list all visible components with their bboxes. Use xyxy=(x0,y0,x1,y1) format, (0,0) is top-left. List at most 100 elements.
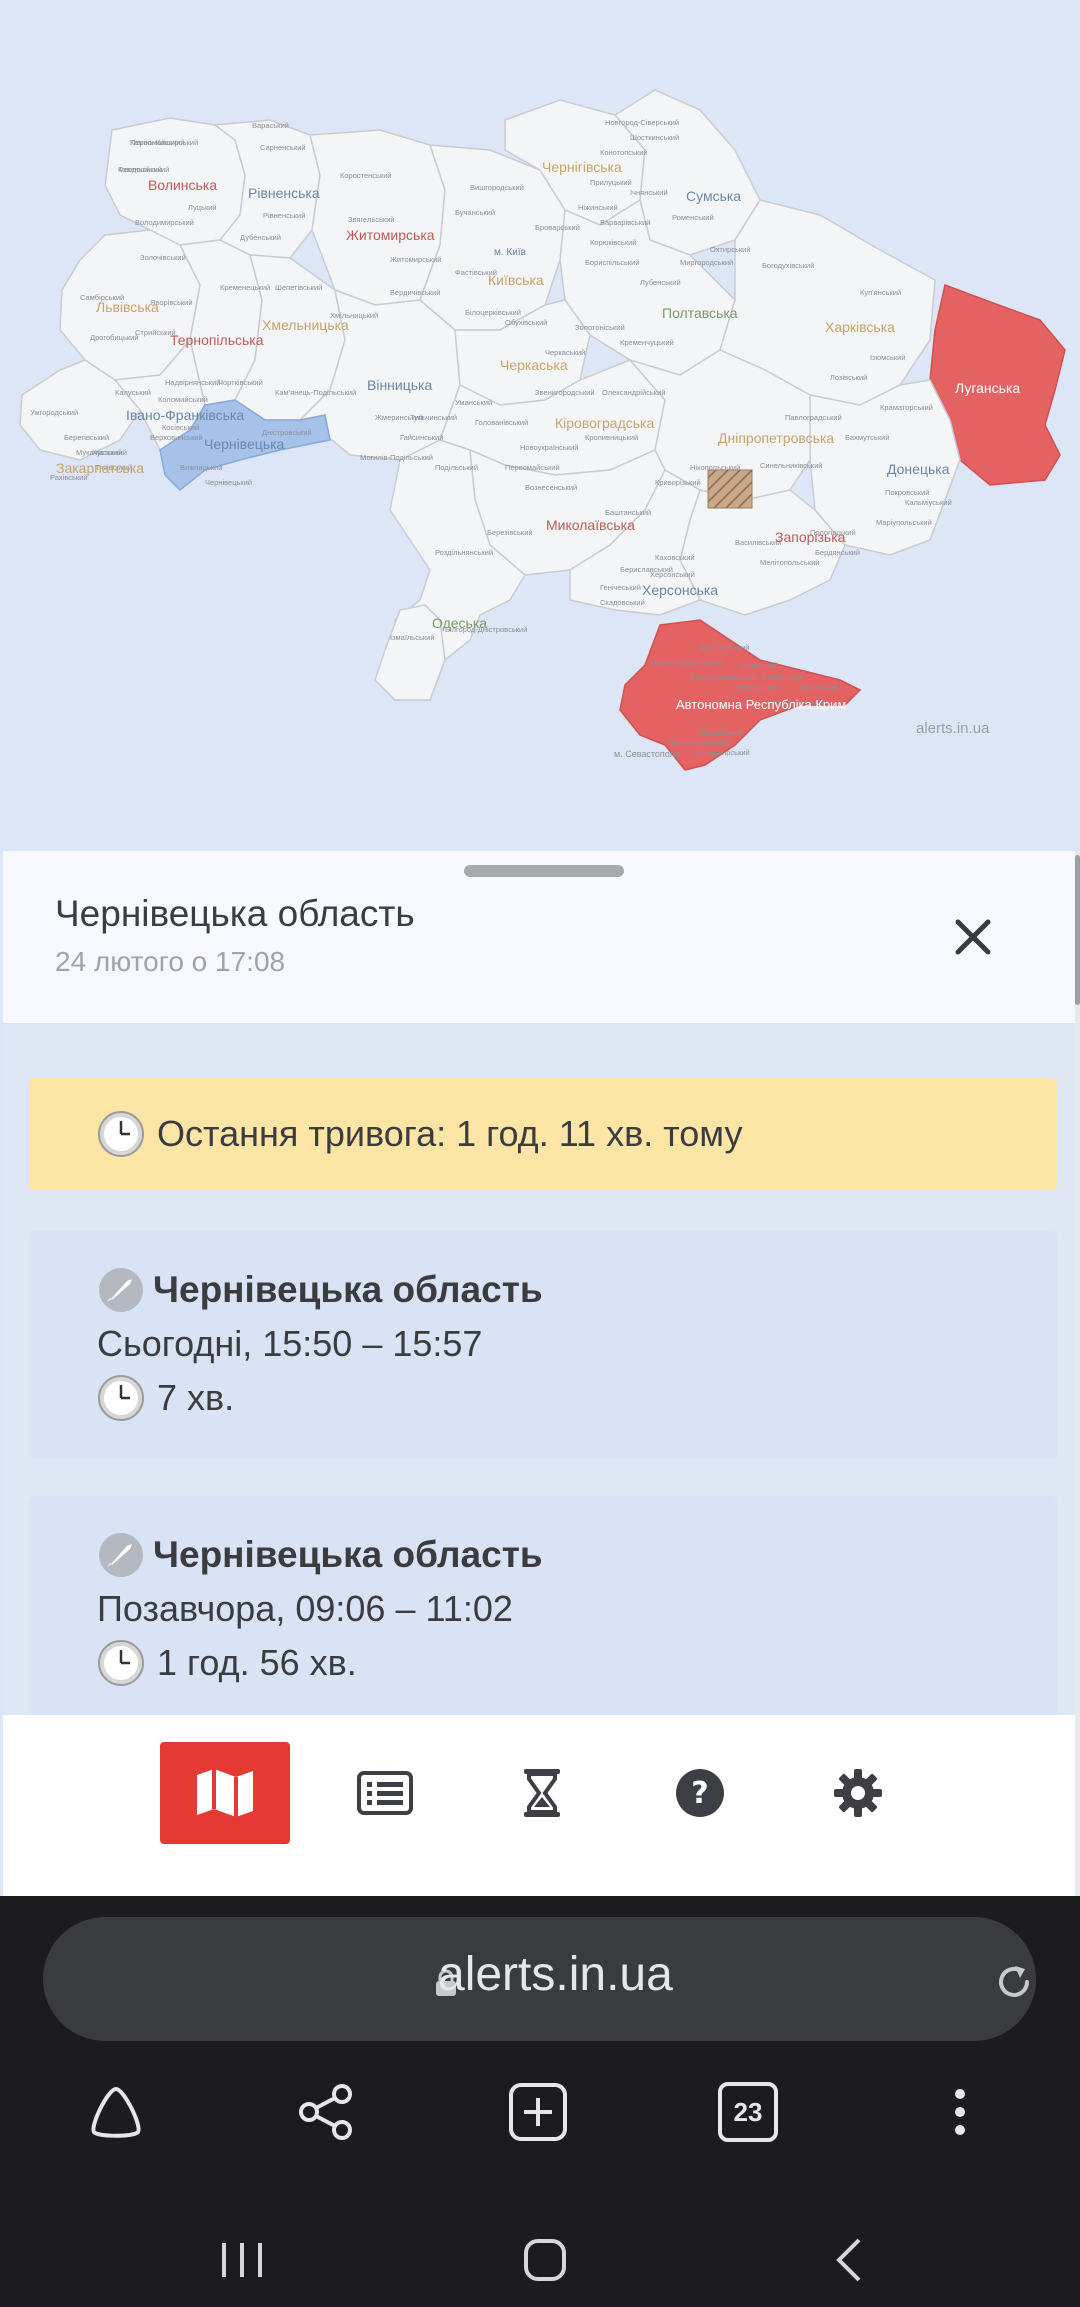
raion-label: Житомирський xyxy=(390,255,441,264)
map-watermark: alerts.in.ua xyxy=(916,720,990,737)
nav-list-button[interactable] xyxy=(320,1742,450,1844)
sheet-scrollbar-track[interactable] xyxy=(1075,851,1080,1896)
sheet-header: Чернівецька область 24 лютого о 17:08 xyxy=(3,851,1075,1024)
tabs-button[interactable]: 23 xyxy=(708,2072,788,2152)
raion-label: Богодухівський xyxy=(762,261,814,270)
raion-label: Золочівський xyxy=(140,253,186,262)
raion-label: Куп'янський xyxy=(860,288,901,297)
raion-label: Черкаський xyxy=(545,348,585,357)
system-back-button[interactable] xyxy=(808,2220,888,2300)
raion-label: Баштанський xyxy=(605,508,651,517)
raion-label: Вознесенський xyxy=(525,483,577,492)
home-button[interactable] xyxy=(76,2072,156,2152)
raion-label: Дрогобицький xyxy=(90,333,139,342)
raion-label: Ялтинський xyxy=(700,728,741,737)
sheet-scrollbar-thumb[interactable] xyxy=(1075,855,1080,1005)
label-kharkivska: Харківська xyxy=(825,319,895,335)
raion-label: Дубенський xyxy=(240,233,281,242)
raion-label: Броварський xyxy=(535,223,580,232)
raion-label: Нікопольський xyxy=(690,463,740,472)
recents-icon xyxy=(222,2243,262,2277)
event-duration: 7 хв. xyxy=(157,1377,235,1418)
raion-label: Корюківський xyxy=(590,238,637,247)
help-icon: ? xyxy=(676,1769,724,1817)
tab-count: 23 xyxy=(733,2096,763,2127)
label-cherkaska: Черкаська xyxy=(500,357,568,373)
event-time: Сьогодні, 15:50 – 15:57 xyxy=(97,1323,483,1364)
raion-label: Синельниківський xyxy=(760,461,822,470)
new-tab-button[interactable] xyxy=(498,2072,578,2152)
raion-label: Кременчуцький xyxy=(620,338,674,347)
close-button[interactable] xyxy=(948,912,998,962)
raion-label: Коростенський xyxy=(340,171,392,180)
raion-label: Жмеринський xyxy=(375,413,423,422)
raion-label: Ічнянський xyxy=(630,188,668,197)
raion-label: Білоцерківський xyxy=(465,308,521,317)
system-home-button[interactable] xyxy=(505,2220,585,2300)
raion-label: Вишгородський xyxy=(470,183,524,192)
label-khersonska: Херсонська xyxy=(642,582,718,598)
address-bar[interactable]: alerts.in.ua xyxy=(43,1917,1036,2041)
label-chernivetska: Чернівецька xyxy=(204,436,285,452)
label-zakarpatska: Закарпатська xyxy=(56,460,144,476)
raion-label: Берегівський xyxy=(64,433,109,442)
menu-button[interactable] xyxy=(920,2072,1000,2152)
raion-label: Звенигородський xyxy=(535,388,595,397)
raion-label: Маріупольський xyxy=(876,518,932,527)
close-icon xyxy=(955,919,991,955)
recent-apps-button[interactable] xyxy=(202,2220,282,2300)
last-alert-banner: Остання тривога: 1 год. 11 хв. тому xyxy=(29,1078,1057,1190)
raion-label: Володимирський xyxy=(135,218,194,227)
raion-label: Краматорський xyxy=(880,403,933,412)
raion-label: Звягельський xyxy=(348,215,395,224)
last-alert-text: Остання тривога: 1 год. 11 хв. тому xyxy=(157,1113,743,1154)
nav-map-button[interactable] xyxy=(160,1742,290,1844)
clock-icon xyxy=(98,1375,144,1421)
raion-label: Ужгородський xyxy=(30,408,78,417)
raion-label: Ізюмський xyxy=(870,353,906,362)
raion-label: Лозівський xyxy=(830,373,867,382)
raion-label: Феодосійський xyxy=(118,165,169,174)
raion-label: Шосткинський xyxy=(630,133,679,142)
samsung-home-icon xyxy=(91,2086,141,2138)
back-icon xyxy=(836,2238,861,2282)
drag-handle[interactable] xyxy=(464,865,624,877)
raion-label: Надвірнянський xyxy=(165,378,220,387)
raion-label: Золотоніський xyxy=(575,323,625,332)
add-tab-icon xyxy=(509,2083,567,2141)
url-text: alerts.in.ua xyxy=(438,1948,673,2001)
alert-map[interactable]: Камінь-Каширський Ковельський Луцький Волод… xyxy=(0,0,1080,850)
raion-label: Подільський xyxy=(435,463,478,472)
raion-label: Вараський xyxy=(252,121,289,130)
raion-label: Ізмаїльський xyxy=(390,633,435,642)
label-vinnytska: Вінницька xyxy=(367,377,432,393)
raion-label: Вижницький xyxy=(180,463,222,472)
nav-history-button[interactable] xyxy=(477,1742,607,1844)
reload-icon[interactable] xyxy=(993,1961,1035,2003)
raion-label: Красноперекопський xyxy=(650,658,722,667)
home-icon xyxy=(524,2239,566,2281)
label-dnipropetrovska: Дніпропетровська xyxy=(718,430,834,446)
alert-event-card[interactable]: Чернівецька область Сьогодні, 15:50 – 15… xyxy=(29,1231,1057,1459)
map-icon xyxy=(197,1769,253,1817)
raion-label: Кам'янець-Подільський xyxy=(275,388,356,397)
raion-label: Луцький xyxy=(188,203,217,212)
label-sumska: Сумська xyxy=(686,188,741,204)
raion-label: Рівненський xyxy=(263,211,305,220)
raion-label: Бучанський xyxy=(455,208,495,217)
event-region: Чернівецька область xyxy=(153,1269,543,1310)
raion-label: Конотопський xyxy=(600,148,648,157)
raion-label: Бахчисарайський xyxy=(670,738,731,747)
nav-settings-button[interactable] xyxy=(793,1742,923,1844)
alert-event-card[interactable]: Чернівецька область Позавчора, 09:06 – 1… xyxy=(29,1496,1057,1724)
app-bottom-nav: ? xyxy=(3,1715,1075,1896)
list-icon xyxy=(357,1771,413,1815)
browser-chrome: alerts.in.ua 23 xyxy=(0,1896,1080,2307)
share-button[interactable] xyxy=(286,2072,366,2152)
raion-label: Ленінський xyxy=(740,661,778,670)
nav-help-button[interactable]: ? xyxy=(635,1742,765,1844)
raion-label: Лубенський xyxy=(640,278,681,287)
raion-label: Чортківський xyxy=(218,378,263,387)
raion-label: Березівський xyxy=(487,528,533,537)
raion-label: Роздільнянський xyxy=(435,548,493,557)
